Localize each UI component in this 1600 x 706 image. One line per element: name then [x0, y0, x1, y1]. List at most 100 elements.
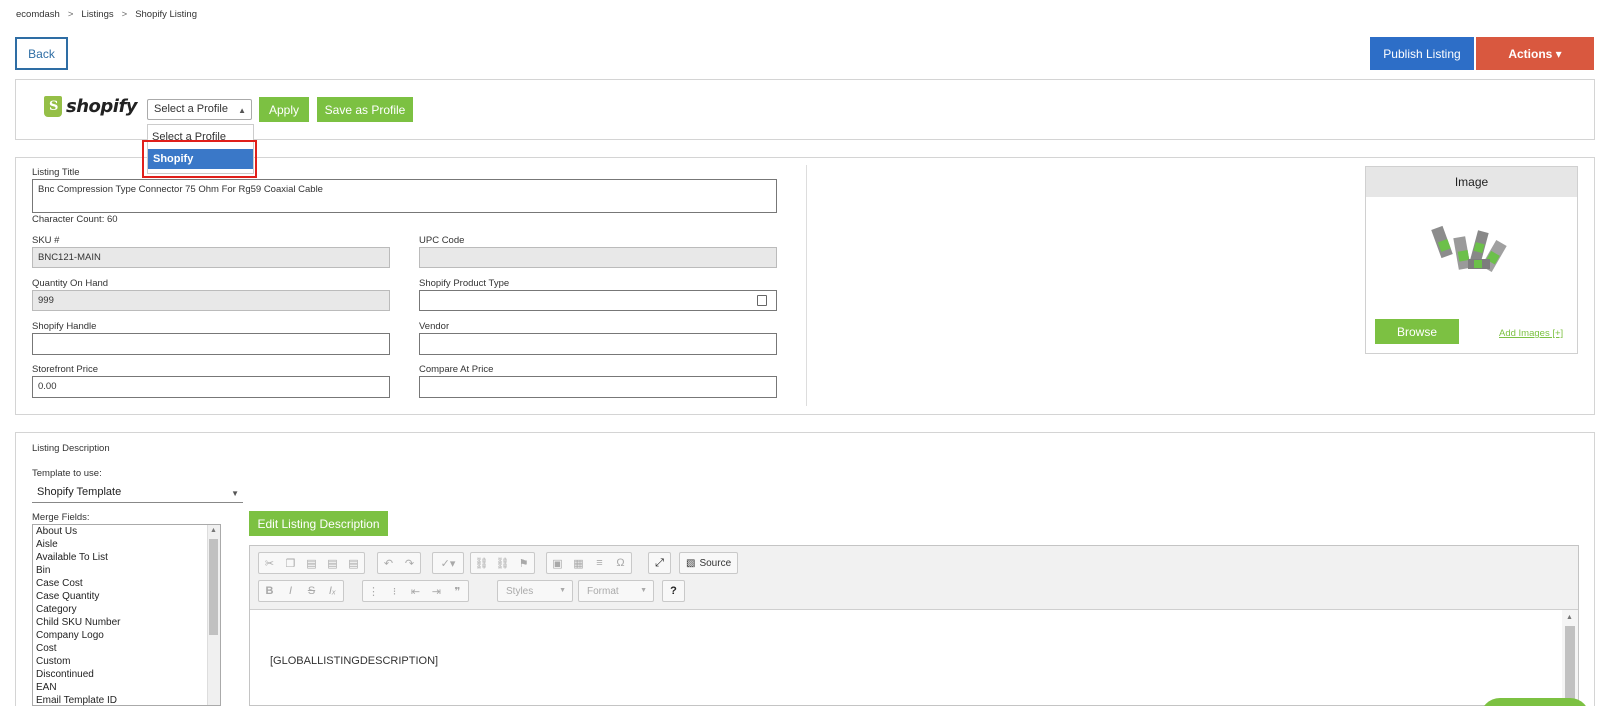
vendor-input[interactable] [419, 333, 777, 355]
browse-button[interactable]: Browse [1375, 319, 1459, 344]
breadcrumb-ecomdash[interactable]: ecomdash [16, 9, 60, 20]
help-button[interactable]: ? [663, 581, 684, 601]
merge-field-item[interactable]: Category [33, 603, 220, 616]
image-icon[interactable]: ▣ [547, 553, 568, 573]
merge-field-item[interactable]: Case Cost [33, 577, 220, 590]
undo-icon[interactable]: ↶ [378, 553, 399, 573]
product-type-input[interactable] [419, 290, 777, 311]
merge-field-item[interactable]: Available To List [33, 551, 220, 564]
merge-field-item[interactable]: Discontinued [33, 668, 220, 681]
source-group: ▧ Source [679, 552, 739, 574]
source-button[interactable]: Source [699, 558, 731, 569]
outdent-icon[interactable]: ⇤ [405, 581, 426, 601]
merge-field-item[interactable]: About Us [33, 525, 220, 538]
merge-field-item[interactable]: Aisle [33, 538, 220, 551]
compare-price-label: Compare At Price [419, 364, 494, 375]
editor-scroll-thumb[interactable] [1565, 626, 1575, 706]
merge-field-item[interactable]: Company Logo [33, 629, 220, 642]
breadcrumb: ecomdash > Listings > Shopify Listing [16, 9, 197, 20]
merge-field-item[interactable]: Custom [33, 655, 220, 668]
description-editor[interactable]: ✂ ❐ ▤ ▤ ▤ ↶ ↷ ✓▾ ⛓ ⛓ ⚑ ▣ ▦ ≡ Ω ⤢ ▧ Sourc… [249, 545, 1579, 706]
merge-fields-label: Merge Fields: [32, 512, 90, 523]
editor-scroll-up-icon[interactable]: ▲ [1566, 614, 1573, 621]
compare-price-input[interactable] [419, 376, 777, 398]
table-icon[interactable]: ▦ [568, 553, 589, 573]
maximize-icon[interactable]: ⤢ [649, 553, 670, 573]
merge-fields-list[interactable]: About Us Aisle Available To List Bin Cas… [32, 524, 221, 706]
format-combo[interactable]: Format ▼ [578, 580, 654, 602]
merge-field-item[interactable]: Bin [33, 564, 220, 577]
add-images-link[interactable]: Add Images [+] [1499, 328, 1563, 339]
character-count: Character Count: 60 [32, 214, 118, 225]
contact-card-icon[interactable] [757, 295, 767, 306]
styles-combo[interactable]: Styles ▼ [497, 580, 573, 602]
apply-button[interactable]: Apply [259, 97, 309, 122]
blockquote-icon[interactable]: ❞ [447, 581, 468, 601]
bulleted-list-icon[interactable]: ⁝ [384, 581, 405, 601]
editor-scrollbar[interactable]: ▲ [1562, 610, 1578, 706]
spellcheck-group: ✓▾ [432, 552, 464, 574]
merge-field-item[interactable]: EAN [33, 681, 220, 694]
image-panel: Image Browse Add Images [+] [1365, 166, 1578, 354]
numbered-list-icon[interactable]: ⋮ [363, 581, 384, 601]
publish-listing-button[interactable]: Publish Listing [1370, 37, 1474, 70]
paste-icon[interactable]: ▤ [301, 553, 322, 573]
links-group: ⛓ ⛓ ⚑ [470, 552, 535, 574]
paste-text-icon[interactable]: ▤ [322, 553, 343, 573]
sku-input[interactable]: BNC121-MAIN [32, 247, 390, 268]
clipboard-group: ✂ ❐ ▤ ▤ ▤ [258, 552, 365, 574]
merge-field-item[interactable]: Email Template ID [33, 694, 220, 705]
merge-field-item[interactable]: Child SKU Number [33, 616, 220, 629]
save-as-profile-button[interactable]: Save as Profile [317, 97, 413, 122]
actions-dropdown-button[interactable]: Actions ▾ [1476, 37, 1594, 70]
shopify-logo-text: shopify [66, 96, 138, 117]
strikethrough-icon[interactable]: S [301, 581, 322, 601]
anchor-flag-icon[interactable]: ⚑ [513, 553, 534, 573]
link-icon[interactable]: ⛓ [471, 553, 492, 573]
merge-field-item[interactable]: Cost [33, 642, 220, 655]
listing-title-input[interactable]: Bnc Compression Type Connector 75 Ohm Fo… [32, 179, 777, 213]
merge-field-item[interactable]: Case Quantity [33, 590, 220, 603]
unlink-icon[interactable]: ⛓ [492, 553, 513, 573]
back-button[interactable]: Back [15, 37, 68, 70]
cut-icon[interactable]: ✂ [259, 553, 280, 573]
handle-input[interactable] [32, 333, 390, 355]
template-select[interactable]: Shopify Template ▼ [32, 484, 243, 503]
breadcrumb-listings[interactable]: Listings [81, 9, 113, 20]
product-image [1431, 225, 1507, 272]
spellcheck-icon[interactable]: ✓▾ [433, 553, 463, 573]
maximize-group: ⤢ [648, 552, 671, 574]
remove-format-icon[interactable]: Iₓ [322, 581, 343, 601]
listing-description-label: Listing Description [32, 443, 110, 454]
shopify-logo: shopify [44, 96, 138, 117]
upc-input[interactable] [419, 247, 777, 268]
indent-icon[interactable]: ⇥ [426, 581, 447, 601]
merge-list-scrollbar[interactable]: ▲ [207, 525, 220, 705]
paste-word-icon[interactable]: ▤ [343, 553, 364, 573]
template-label: Template to use: [32, 468, 102, 479]
basic-styles-group: B I S Iₓ [258, 580, 344, 602]
format-chevron-icon: ▼ [640, 587, 647, 594]
breadcrumb-separator: > [121, 9, 128, 20]
italic-icon[interactable]: I [280, 581, 301, 601]
horizontal-rule-icon[interactable]: ≡ [589, 553, 610, 573]
profile-select-value: Select a Profile [154, 103, 228, 115]
editor-body-text[interactable]: [GLOBALLISTINGDESCRIPTION] [270, 655, 438, 667]
copy-icon[interactable]: ❐ [280, 553, 301, 573]
storefront-price-input[interactable]: 0.00 [32, 376, 390, 398]
redo-icon[interactable]: ↷ [399, 553, 420, 573]
sku-label: SKU # [32, 235, 60, 246]
edit-listing-description-button[interactable]: Edit Listing Description [249, 511, 388, 536]
bold-icon[interactable]: B [259, 581, 280, 601]
insert-group: ▣ ▦ ≡ Ω [546, 552, 632, 574]
profile-select[interactable]: Select a Profile ▲ [147, 99, 252, 120]
source-icon: ▧ [686, 557, 696, 569]
merge-list-scroll-thumb[interactable] [209, 539, 218, 635]
quantity-label: Quantity On Hand [32, 278, 109, 289]
chat-bubble[interactable] [1480, 698, 1590, 706]
quantity-input[interactable]: 999 [32, 290, 390, 311]
list-group: ⋮ ⁝ ⇤ ⇥ ❞ [362, 580, 469, 602]
scroll-up-icon[interactable]: ▲ [210, 527, 217, 534]
breadcrumb-separator: > [67, 9, 74, 20]
special-char-icon[interactable]: Ω [610, 553, 631, 573]
